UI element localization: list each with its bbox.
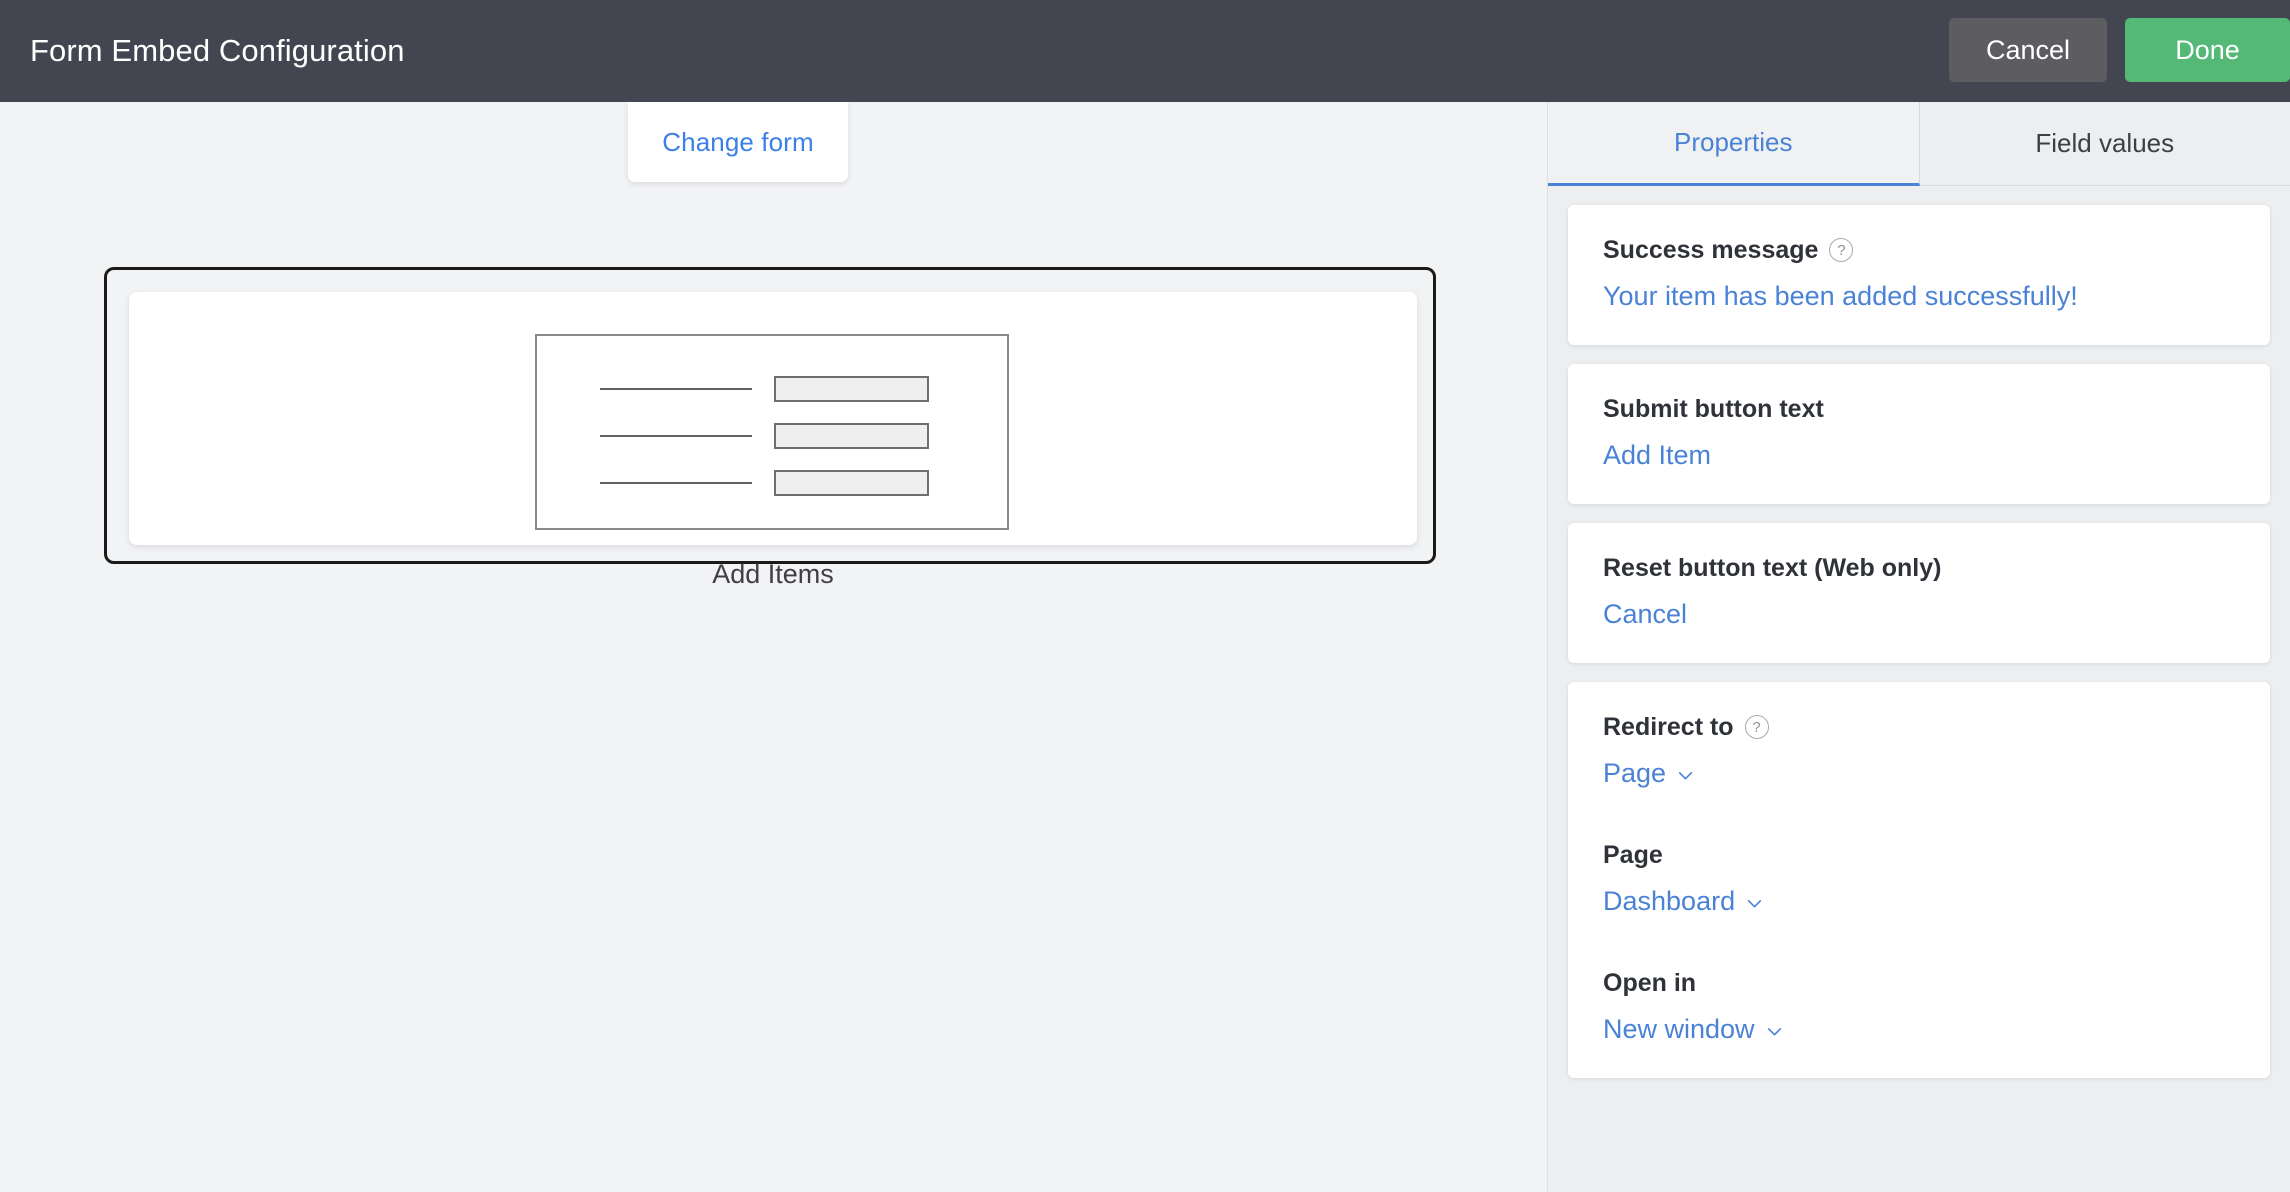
field-label-row: Open in [1603, 968, 2235, 998]
form-widget-selection-frame[interactable]: Add Items [104, 267, 1436, 589]
form-preview-caption: Add Items [712, 559, 834, 589]
help-icon[interactable]: ? [1829, 238, 1854, 262]
field-label-text: Submit button text [1603, 395, 1824, 423]
field-value-text: Your item has been added successfully! [1603, 281, 2078, 311]
field-label-row: Submit button text [1603, 394, 2235, 424]
header-actions: Cancel Done [1949, 18, 2290, 82]
done-button[interactable]: Done [2125, 18, 2290, 82]
chevron-down-icon [1766, 1023, 1783, 1040]
app-header: Form Embed Configuration Cancel Done [0, 0, 2290, 102]
tab-properties[interactable]: Properties [1548, 102, 1920, 186]
wireframe-label-line [600, 482, 752, 484]
card-submit-button-text: Submit button text Add Item [1568, 364, 2270, 504]
success-message-value[interactable]: Your item has been added successfully! [1603, 279, 2078, 313]
field-value-text: Cancel [1603, 599, 1688, 629]
field-value-text: Page [1603, 758, 1667, 788]
panel-tabs: Properties Field values [1548, 102, 2290, 186]
properties-panel: Properties Field values Success message … [1547, 102, 2290, 1192]
field-label-row: Reset button text (Web only) [1603, 553, 2235, 583]
form-preview-canvas: Change form Add Items [0, 102, 1547, 1192]
properties-card-list: Success message ? Your item has been add… [1548, 205, 2290, 1078]
field-label-row: Redirect to ? [1603, 712, 2235, 742]
wireframe-input-box [774, 423, 929, 449]
field-label-text: Open in [1603, 969, 1697, 997]
reset-button-text-value[interactable]: Cancel [1603, 597, 1687, 631]
page-title: Form Embed Configuration [30, 33, 405, 68]
card-redirect-settings: Redirect to ? Page Page Dashboard Open i… [1568, 682, 2270, 1078]
cancel-button[interactable]: Cancel [1949, 18, 2107, 82]
wireframe-input-box [774, 376, 929, 402]
submit-button-text-value[interactable]: Add Item [1603, 438, 1711, 472]
tab-field-values[interactable]: Field values [1919, 102, 2290, 186]
field-label-text: Reset button text (Web only) [1603, 554, 1942, 582]
change-form-button[interactable]: Change form [628, 102, 848, 182]
form-wireframe-icon [535, 334, 1009, 530]
form-widget-card[interactable]: Add Items [129, 292, 1417, 589]
chevron-down-icon [1746, 895, 1763, 912]
field-redirect-to: Redirect to ? Page [1603, 712, 2235, 790]
field-label-text: Page [1603, 841, 1663, 869]
field-reset-button-text: Reset button text (Web only) Cancel [1603, 553, 2235, 631]
change-form-label: Change form [662, 126, 814, 157]
wireframe-border [535, 334, 1009, 530]
page-dropdown[interactable]: Dashboard [1603, 884, 1763, 918]
field-value-text: Dashboard [1603, 886, 1736, 916]
wireframe-input-box [774, 470, 929, 496]
help-icon[interactable]: ? [1744, 715, 1769, 739]
field-submit-button-text: Submit button text Add Item [1603, 394, 2235, 472]
field-label-text: Redirect to [1603, 713, 1734, 741]
field-label-row: Page [1603, 840, 2235, 870]
field-value-text: New window [1603, 1014, 1755, 1044]
field-open-in: Open in New window [1603, 968, 2235, 1046]
redirect-to-dropdown[interactable]: Page [1603, 756, 1694, 790]
open-in-dropdown[interactable]: New window [1603, 1012, 1783, 1046]
wireframe-label-line [600, 435, 752, 437]
card-reset-button-text: Reset button text (Web only) Cancel [1568, 523, 2270, 663]
chevron-down-icon [1677, 767, 1694, 784]
field-value-text: Add Item [1603, 440, 1712, 470]
wireframe-label-line [600, 388, 752, 390]
field-label-row: Success message ? [1603, 235, 2235, 265]
field-page: Page Dashboard [1603, 840, 2235, 918]
card-success-message: Success message ? Your item has been add… [1568, 205, 2270, 345]
form-embed-configuration-screen: Form Embed Configuration Cancel Done Cha… [0, 0, 2290, 1192]
field-success-message: Success message ? Your item has been add… [1603, 235, 2235, 313]
field-label-text: Success message [1603, 236, 1819, 264]
